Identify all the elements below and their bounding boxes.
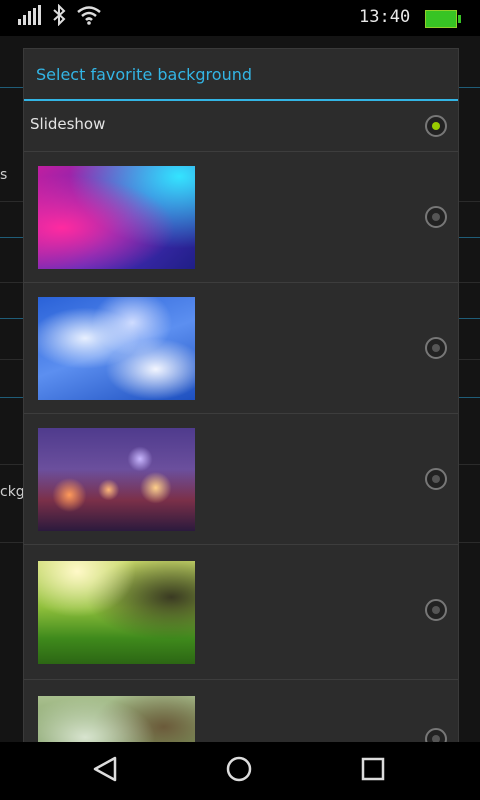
home-button[interactable] bbox=[224, 756, 254, 786]
background-thumbnail bbox=[38, 696, 195, 742]
select-background-dialog: Select favorite background Slideshow bbox=[24, 49, 458, 742]
recents-icon bbox=[359, 755, 387, 787]
background-thumbnail bbox=[38, 166, 195, 269]
background-thumbnail bbox=[38, 428, 195, 531]
home-icon bbox=[225, 755, 253, 787]
status-bar: 13:40 bbox=[0, 0, 480, 36]
dialog-title: Select favorite background bbox=[36, 65, 252, 84]
list-item-background[interactable] bbox=[24, 152, 458, 283]
radio-button[interactable] bbox=[425, 115, 447, 137]
radio-button[interactable] bbox=[425, 337, 447, 359]
radio-button[interactable] bbox=[425, 728, 447, 742]
background-thumbnail bbox=[38, 297, 195, 400]
list-item-background[interactable] bbox=[24, 283, 458, 414]
list-item-slideshow[interactable]: Slideshow bbox=[24, 101, 458, 152]
radio-button[interactable] bbox=[425, 468, 447, 490]
battery-icon bbox=[425, 10, 461, 28]
status-icons bbox=[18, 3, 102, 30]
status-time: 13:40 bbox=[359, 7, 411, 27]
recents-button[interactable] bbox=[358, 756, 388, 786]
list-item-label: Slideshow bbox=[30, 115, 106, 133]
list-item-background[interactable] bbox=[24, 680, 458, 742]
back-icon bbox=[91, 755, 119, 787]
list-item-background[interactable] bbox=[24, 414, 458, 545]
signal-icon bbox=[18, 5, 42, 29]
bluetooth-icon bbox=[52, 3, 66, 30]
wifi-icon bbox=[76, 5, 102, 29]
radio-button[interactable] bbox=[425, 599, 447, 621]
navigation-bar bbox=[0, 742, 480, 800]
radio-button[interactable] bbox=[425, 206, 447, 228]
background-thumbnail bbox=[38, 561, 195, 664]
list-item-background[interactable] bbox=[24, 545, 458, 680]
back-button[interactable] bbox=[90, 756, 120, 786]
underlay-text: s bbox=[0, 167, 8, 183]
